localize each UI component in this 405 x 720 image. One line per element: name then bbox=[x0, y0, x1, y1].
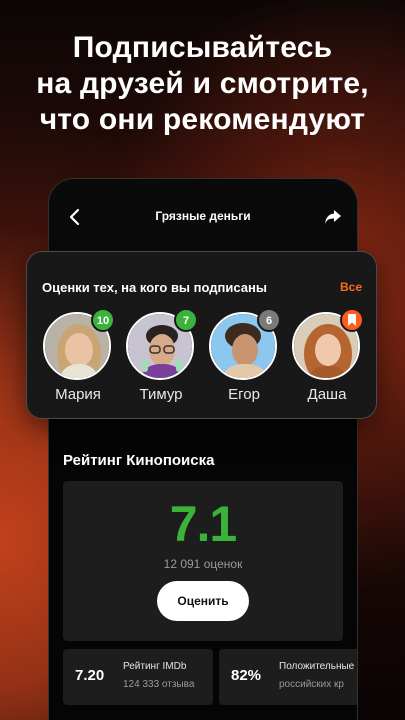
movie-header: Грязные деньги bbox=[49, 179, 357, 255]
friends-ratings-title: Оценки тех, на кого вы подписаны bbox=[42, 280, 267, 295]
friend-dasha[interactable]: Даша bbox=[290, 308, 364, 412]
friends-ratings-card: Оценки тех, на кого вы подписаны Все 10 … bbox=[26, 251, 377, 419]
friend-egor[interactable]: 6 Егор bbox=[207, 308, 281, 412]
critics-value: 82% bbox=[231, 667, 262, 684]
rating-value: 7.1 bbox=[169, 496, 238, 552]
chevron-left-icon bbox=[69, 208, 80, 226]
critics-rating-card[interactable]: 82% Положительные российских кр bbox=[219, 649, 357, 705]
rating-badge: 10 bbox=[91, 308, 115, 332]
bookmark-icon bbox=[348, 314, 356, 326]
rate-button[interactable]: Оценить bbox=[157, 581, 249, 621]
share-arrow-icon bbox=[325, 210, 341, 224]
rating-badge: 7 bbox=[174, 308, 198, 332]
headline-line-2: на друзей и смотрите, bbox=[36, 67, 369, 100]
imdb-rating-card[interactable]: 7.20 Рейтинг IMDb 124 333 отзыва bbox=[63, 649, 213, 705]
friend-name: Тимур bbox=[139, 386, 183, 403]
friend-name: Егор bbox=[228, 386, 260, 403]
movie-title: Грязные деньги bbox=[155, 209, 251, 223]
kinopoisk-rating-card: 7.1 12 091 оценок Оценить bbox=[63, 481, 343, 641]
rating-section-title: Рейтинг Кинопоиска bbox=[63, 452, 215, 469]
imdb-label: Рейтинг IMDb bbox=[123, 661, 187, 672]
see-all-link[interactable]: Все bbox=[340, 280, 362, 294]
friend-timur[interactable]: 7 Тимур bbox=[124, 308, 198, 412]
rating-badge: 6 bbox=[257, 308, 281, 332]
headline-line-1: Подписывайтесь bbox=[72, 31, 333, 64]
imdb-value: 7.20 bbox=[75, 667, 105, 684]
promo-headline: Подписывайтесь на друзей и смотрите, что… bbox=[0, 30, 405, 138]
rating-count: 12 091 оценок bbox=[163, 557, 243, 571]
rating-badge bbox=[340, 308, 364, 332]
critics-label: Положительные bbox=[279, 661, 355, 672]
friend-name: Мария bbox=[55, 386, 101, 403]
friend-name: Даша bbox=[307, 386, 347, 403]
back-button[interactable] bbox=[63, 205, 87, 229]
friend-maria[interactable]: 10 Мария bbox=[41, 308, 115, 412]
headline-line-3: что они рекомендуют bbox=[39, 103, 366, 136]
critics-sub: российских кр bbox=[279, 679, 344, 690]
imdb-count: 124 333 отзыва bbox=[123, 679, 195, 690]
share-button[interactable] bbox=[321, 205, 345, 229]
